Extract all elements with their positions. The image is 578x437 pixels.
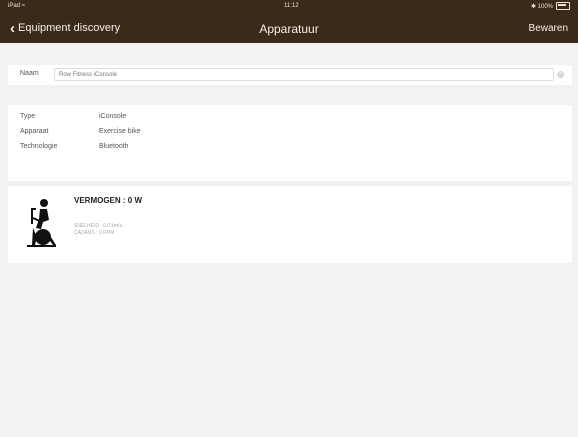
info-row-device: Apparaat Exercise bike [20, 128, 141, 135]
info-label: Type [20, 113, 36, 120]
name-row: Naam Row Fitness iConsole × [8, 65, 572, 85]
info-value: Bluetooth [99, 143, 129, 150]
navigation-bar: iPad ≈ 11:12 ✱ 100% ‹ Equipment discover… [0, 0, 578, 43]
device-card: VERMOGEN : 0 W SNELHEID : 0.0 km/u CADAN… [8, 186, 572, 263]
cadence-readout: CADANS : 0 RPM [74, 230, 115, 236]
info-value: iConsole [99, 113, 127, 120]
page-title: Apparatuur [259, 22, 319, 36]
status-carrier: iPad ≈ [8, 3, 25, 9]
status-battery-text: ✱ 100% [530, 3, 553, 10]
status-battery-area: ✱ 100% [531, 2, 570, 10]
info-value: Exercise bike [99, 128, 141, 135]
exercise-bike-icon [27, 199, 56, 247]
battery-icon [556, 2, 570, 10]
name-label: Naam [20, 70, 39, 77]
info-label: Technologie [20, 143, 58, 150]
speed-readout: SNELHEID : 0.0 km/u [74, 223, 123, 229]
equipment-info-block: Type iConsole Apparaat Exercise bike Tec… [8, 105, 572, 181]
info-row-technology: Technologie Bluetooth [20, 143, 129, 150]
name-input[interactable]: Row Fitness iConsole [54, 68, 554, 81]
power-readout: VERMOGEN : 0 W [74, 196, 143, 205]
equipment-detail-screen: iPad ≈ 11:12 ✱ 100% ‹ Equipment discover… [0, 0, 578, 437]
save-button[interactable]: Bewaren [529, 23, 568, 34]
status-time: 11:12 [284, 3, 299, 9]
info-row-type: Type iConsole [20, 113, 126, 120]
clear-icon[interactable]: × [557, 71, 564, 78]
info-label: Apparaat [20, 128, 49, 135]
